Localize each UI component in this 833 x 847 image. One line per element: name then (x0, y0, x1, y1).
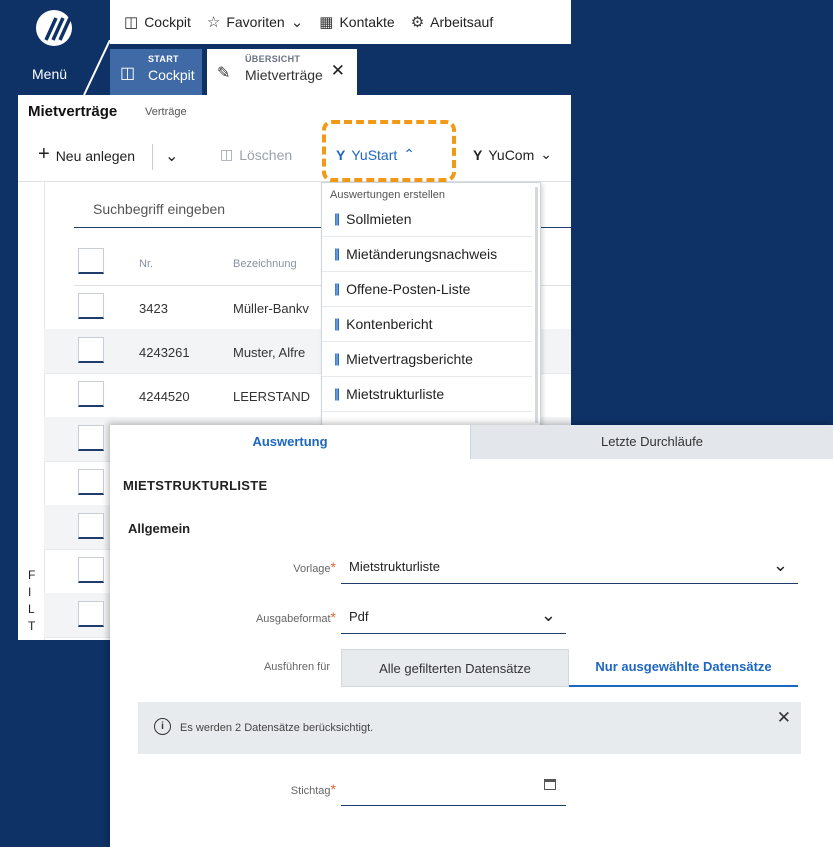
stichtag-date-input[interactable] (341, 771, 566, 806)
report-icon: ||| (334, 386, 340, 401)
required-marker: * (330, 781, 336, 797)
required-marker: * (330, 609, 336, 625)
chevron-down-icon: ⌄ (540, 146, 552, 162)
report-icon: ||| (334, 211, 340, 226)
menu-item-mietaenderungsnachweis[interactable]: ||| Mietänderungsnachweis (322, 236, 532, 272)
required-marker: * (330, 559, 336, 575)
search-placeholder: Suchbegriff eingeben (93, 201, 226, 217)
row-checkbox[interactable] (78, 557, 104, 583)
menu-item-mietvertragsberichte[interactable]: ||| Mietvertragsberichte (322, 341, 532, 377)
filter-letter: T (28, 619, 36, 633)
yustart-dropdown: Auswertungen erstellen ||| Sollmieten ||… (321, 182, 541, 430)
contacts-icon: ▦ (319, 14, 334, 31)
new-button[interactable]: + Neu anlegen (38, 143, 135, 166)
filter-letter: I (28, 585, 32, 599)
row-checkbox[interactable] (78, 601, 104, 627)
row-checkbox[interactable] (78, 337, 104, 363)
column-nr[interactable]: Nr. (139, 258, 153, 270)
row-checkbox[interactable] (78, 513, 104, 539)
vorlage-select[interactable]: Mietstrukturliste ⌄ (341, 549, 798, 584)
ausfuehren-label: Ausführen für (263, 661, 330, 673)
close-icon[interactable]: ✕ (777, 708, 791, 728)
row-checkbox[interactable] (78, 381, 104, 407)
row-checkbox[interactable] (78, 293, 104, 319)
tab-uebersicht-mietvertraege[interactable]: ✎ ÜBERSICHT Mietverträge ✕ (207, 49, 357, 95)
menu-item-kontenbericht[interactable]: ||| Kontenbericht (322, 306, 532, 342)
ausgabeformat-label: Ausgabeformat* (255, 609, 336, 625)
cockpit-icon: ◫ (124, 14, 139, 31)
yu-logo-icon: Y (473, 146, 483, 163)
menu-button[interactable]: Menü (32, 66, 67, 82)
select-all-checkbox[interactable] (78, 248, 104, 274)
plus-icon: + (38, 143, 50, 165)
report-dialog: Auswertung Letzte Durchläufe MIETSTRUKTU… (110, 425, 833, 847)
dropdown-header: Auswertungen erstellen (330, 189, 445, 201)
edit-icon: ✎ (217, 65, 231, 82)
report-icon: ||| (334, 316, 340, 331)
stichtag-label: Stichtag* (290, 781, 336, 797)
row-checkbox[interactable] (78, 425, 104, 451)
chevron-down-icon: ⌄ (540, 605, 556, 625)
tab-bar: ◫ START Cockpit ✎ ÜBERSICHT Mietverträge… (110, 44, 571, 95)
info-banner: i Es werden 2 Datensätze berücksichtigt.… (138, 702, 801, 754)
yucom-button[interactable]: Y YuCom ⌄ (473, 146, 552, 163)
delete-button[interactable]: ◫ Löschen (220, 146, 292, 163)
tasks-icon: ⚙ (410, 14, 425, 31)
highlight-frame (322, 120, 456, 182)
dropdown-scrollbar[interactable] (535, 187, 538, 423)
toolbar: + Neu anlegen ⌄ ◫ Löschen Y YuStart ⌃ Y … (18, 131, 571, 182)
filter-letter: F (28, 568, 36, 582)
report-icon: ||| (334, 351, 340, 366)
menu-item-mietstrukturliste[interactable]: ||| Mietstrukturliste (322, 376, 532, 412)
vorlage-label: Vorlage* (293, 559, 336, 575)
menu-item-offene-posten-liste[interactable]: ||| Offene-Posten-Liste (322, 271, 532, 307)
row-checkbox[interactable] (78, 469, 104, 495)
column-bezeichnung[interactable]: Bezeichnung (233, 258, 297, 270)
new-dropdown-button[interactable]: ⌄ (165, 146, 178, 166)
info-text: Es werden 2 Datensätze berücksichtigt. (180, 722, 374, 734)
nav-arbeitsauftraege[interactable]: ⚙ Arbeitsauf (411, 13, 494, 31)
info-icon: i (154, 718, 171, 735)
dialog-title: MIETSTRUKTURLISTE (123, 478, 268, 493)
page-header: Mietverträge Verträge (18, 95, 571, 131)
calendar-icon[interactable] (544, 779, 556, 790)
filter-strip[interactable]: F I L T (18, 182, 45, 640)
divider-slash (83, 40, 111, 95)
option-nur-ausgewaehlte[interactable]: Nur ausgewählte Datensätze (569, 649, 798, 687)
toolbar-separator (152, 144, 153, 170)
top-navigation: ◫ Cockpit ☆ Favoriten ⌄ ▦ Kontakte ⚙ Arb… (110, 0, 571, 45)
ausgabeformat-select[interactable]: Pdf ⌄ (341, 599, 566, 634)
star-icon: ☆ (206, 14, 221, 31)
tab-auswertung[interactable]: Auswertung (110, 425, 470, 459)
filter-letter: L (28, 602, 35, 616)
menu-item-sollmieten[interactable]: ||| Sollmieten (322, 201, 532, 237)
page-subtitle: Verträge (145, 106, 187, 118)
page-title: Mietverträge (28, 103, 118, 120)
chevron-down-icon: ⌄ (772, 555, 788, 575)
section-heading: Allgemein (128, 521, 191, 536)
report-icon: ||| (334, 246, 340, 261)
report-icon: ||| (334, 281, 340, 296)
nav-favoriten[interactable]: ☆ Favoriten ⌄ (207, 13, 303, 31)
nav-cockpit[interactable]: ◫ Cockpit (124, 13, 191, 31)
tab-letzte-durchlaeufe[interactable]: Letzte Durchläufe (470, 425, 833, 459)
option-alle-gefilterten[interactable]: Alle gefilterten Datensätze (341, 649, 569, 687)
chevron-down-icon: ⌄ (165, 148, 179, 165)
tab-start-cockpit[interactable]: ◫ START Cockpit (110, 49, 202, 95)
nav-kontakte[interactable]: ▦ Kontakte (319, 13, 394, 31)
run-for-toggle: Alle gefilterten Datensätze Nur ausgewäh… (341, 649, 798, 687)
cockpit-icon: ◫ (120, 65, 136, 82)
close-tab-icon[interactable]: ✕ (331, 61, 345, 81)
chevron-down-icon: ⌄ (290, 14, 304, 31)
trash-icon: ◫ (220, 146, 234, 162)
